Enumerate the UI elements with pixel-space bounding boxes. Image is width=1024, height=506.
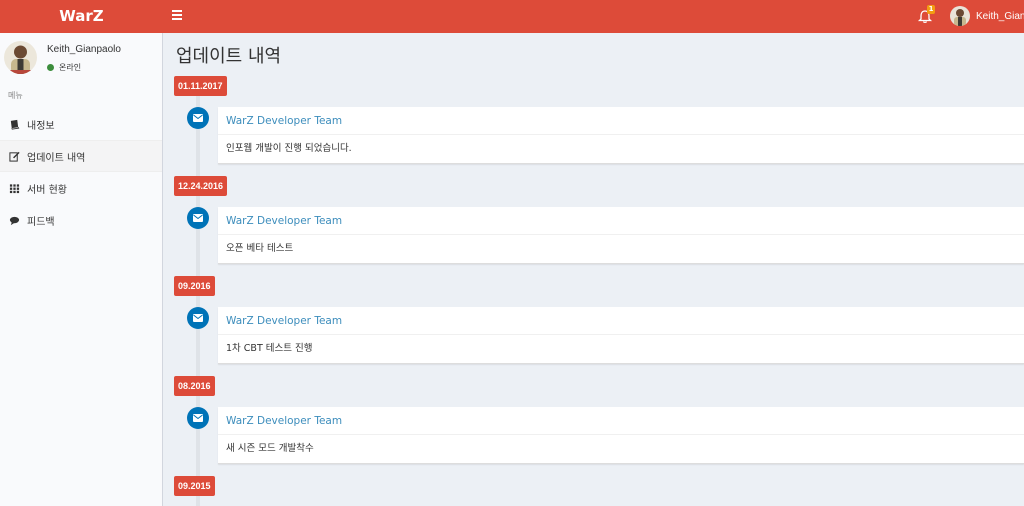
timeline-date-label: 09.2015 [174, 476, 215, 496]
top-navbar: WarZ 1 Keith_Gian [0, 0, 1024, 33]
timeline-date-label: 08.2016 [174, 376, 215, 396]
timeline-item-body: 인포웹 개발이 진행 되었습니다. [226, 143, 352, 154]
sidebar-item-server-status[interactable]: 서버 현황 [0, 172, 162, 204]
sidebar-item-profile[interactable]: 내정보 [0, 108, 162, 140]
timeline-date-label: 01.11.2017 [174, 76, 227, 96]
envelope-icon [187, 307, 209, 329]
sidebar-item-updates[interactable]: 업데이트 내역 [0, 140, 162, 172]
sidebar-toggle-button[interactable] [172, 8, 186, 24]
timeline-item-body: 1차 CBT 테스트 진행 [226, 343, 313, 354]
timeline-item-body: 오픈 베타 테스트 [226, 243, 294, 254]
page-title: 업데이트 내역 [176, 46, 282, 67]
timeline-item: WarZ Developer Team 오픈 베타 테스트 [218, 207, 1024, 264]
sidebar: Keith_Gianpaolo 온라인 메뉴 내정보 업데이트 내역 서버 현황… [0, 33, 163, 506]
sidebar-item-feedback[interactable]: 피드백 [0, 204, 162, 236]
user-menu[interactable]: Keith_Gian [950, 5, 1024, 27]
comment-icon [9, 216, 20, 225]
book-icon [10, 119, 20, 130]
timeline-date-label: 12.24.2016 [174, 176, 228, 196]
timeline-item: WarZ Developer Team 1차 CBT 테스트 진행 [218, 307, 1024, 364]
timeline-item: WarZ Developer Team 인포웹 개발이 진행 되었습니다. [218, 107, 1024, 164]
sidebar-user-name: Keith_Gianpaolo [47, 44, 121, 55]
grid-icon [9, 183, 20, 193]
envelope-icon [187, 407, 209, 429]
sidebar-item-label: 피드백 [27, 216, 55, 228]
brand-logo[interactable]: WarZ [0, 0, 163, 33]
avatar [950, 6, 970, 26]
timeline-item-body: 새 시즌 모드 개발착수 [226, 443, 314, 454]
sidebar-item-label: 내정보 [27, 120, 55, 132]
header-user-name: Keith_Gian [976, 10, 1024, 22]
status-label: 온라인 [59, 63, 82, 72]
timeline-item-author-link[interactable]: WarZ Developer Team [218, 307, 1024, 335]
envelope-icon [187, 207, 209, 229]
envelope-icon [187, 107, 209, 129]
timeline-date-label: 09.2016 [174, 276, 215, 296]
timeline-item: WarZ Developer Team 새 시즌 모드 개발착수 [218, 407, 1024, 464]
sidebar-item-label: 서버 현황 [27, 184, 67, 196]
notification-badge: 1 [927, 5, 935, 14]
timeline-item-author-link[interactable]: WarZ Developer Team [218, 107, 1024, 135]
user-panel: Keith_Gianpaolo 온라인 [4, 41, 159, 81]
avatar [4, 41, 37, 74]
timeline-line [196, 96, 200, 506]
timeline-item-author-link[interactable]: WarZ Developer Team [218, 407, 1024, 435]
timeline-item-author-link[interactable]: WarZ Developer Team [218, 207, 1024, 235]
status-dot-icon [47, 64, 54, 71]
online-status: 온라인 [47, 62, 81, 73]
sidebar-menu: 내정보 업데이트 내역 서버 현황 피드백 [0, 108, 162, 236]
edit-icon [9, 151, 20, 162]
menu-header: 메뉴 [8, 91, 23, 100]
sidebar-item-label: 업데이트 내역 [27, 152, 86, 164]
